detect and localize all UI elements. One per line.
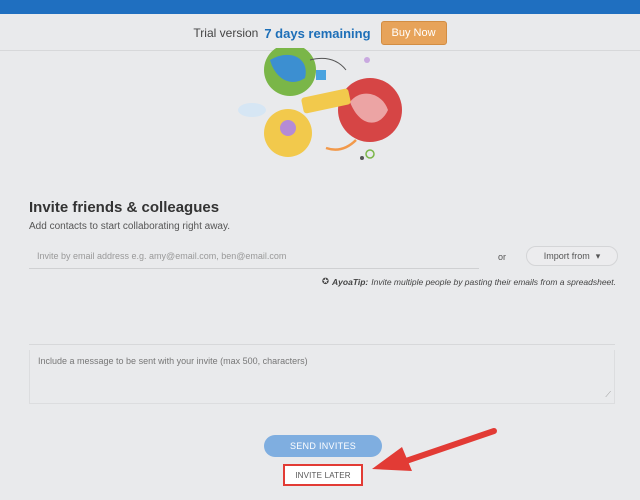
or-separator: or xyxy=(498,252,507,262)
send-invites-button[interactable]: SEND INVITES xyxy=(264,435,382,457)
ayoa-tip: ✪ AyoaTip: Invite multiple people by pas… xyxy=(322,276,616,287)
buy-now-button[interactable]: Buy Now xyxy=(380,21,447,45)
invite-message-textarea[interactable]: Include a message to be sent with your i… xyxy=(29,350,615,404)
red-arrow-icon xyxy=(372,428,497,471)
email-invite-input[interactable]: Invite by email address e.g. amy@email.c… xyxy=(29,247,479,265)
lightbulb-icon: ✪ xyxy=(321,276,330,286)
tip-label: AyoaTip: xyxy=(332,276,369,287)
top-header-bar xyxy=(0,0,640,14)
message-placeholder: Include a message to be sent with your i… xyxy=(38,356,308,366)
collaboration-illustration xyxy=(238,48,402,160)
message-divider xyxy=(29,344,615,345)
resize-handle-icon[interactable]: ⟋ xyxy=(605,390,611,400)
import-from-label: Import from xyxy=(543,251,590,261)
invite-subtitle: Add contacts to start collaborating righ… xyxy=(29,221,231,232)
tip-text: Invite multiple people by pasting their … xyxy=(371,276,616,287)
trial-prefix: Trial version xyxy=(193,26,259,40)
caret-down-icon: ▾ xyxy=(595,250,601,261)
trial-days-remaining: 7 days remaining xyxy=(264,25,371,41)
trial-banner: Trial version 7 days remaining Buy Now xyxy=(0,20,640,46)
import-from-dropdown[interactable]: Import from ▾ xyxy=(526,246,618,266)
invite-later-button[interactable]: INVITE LATER xyxy=(283,464,363,486)
invite-title: Invite friends & colleagues xyxy=(29,199,220,216)
email-input-underline xyxy=(29,268,479,269)
